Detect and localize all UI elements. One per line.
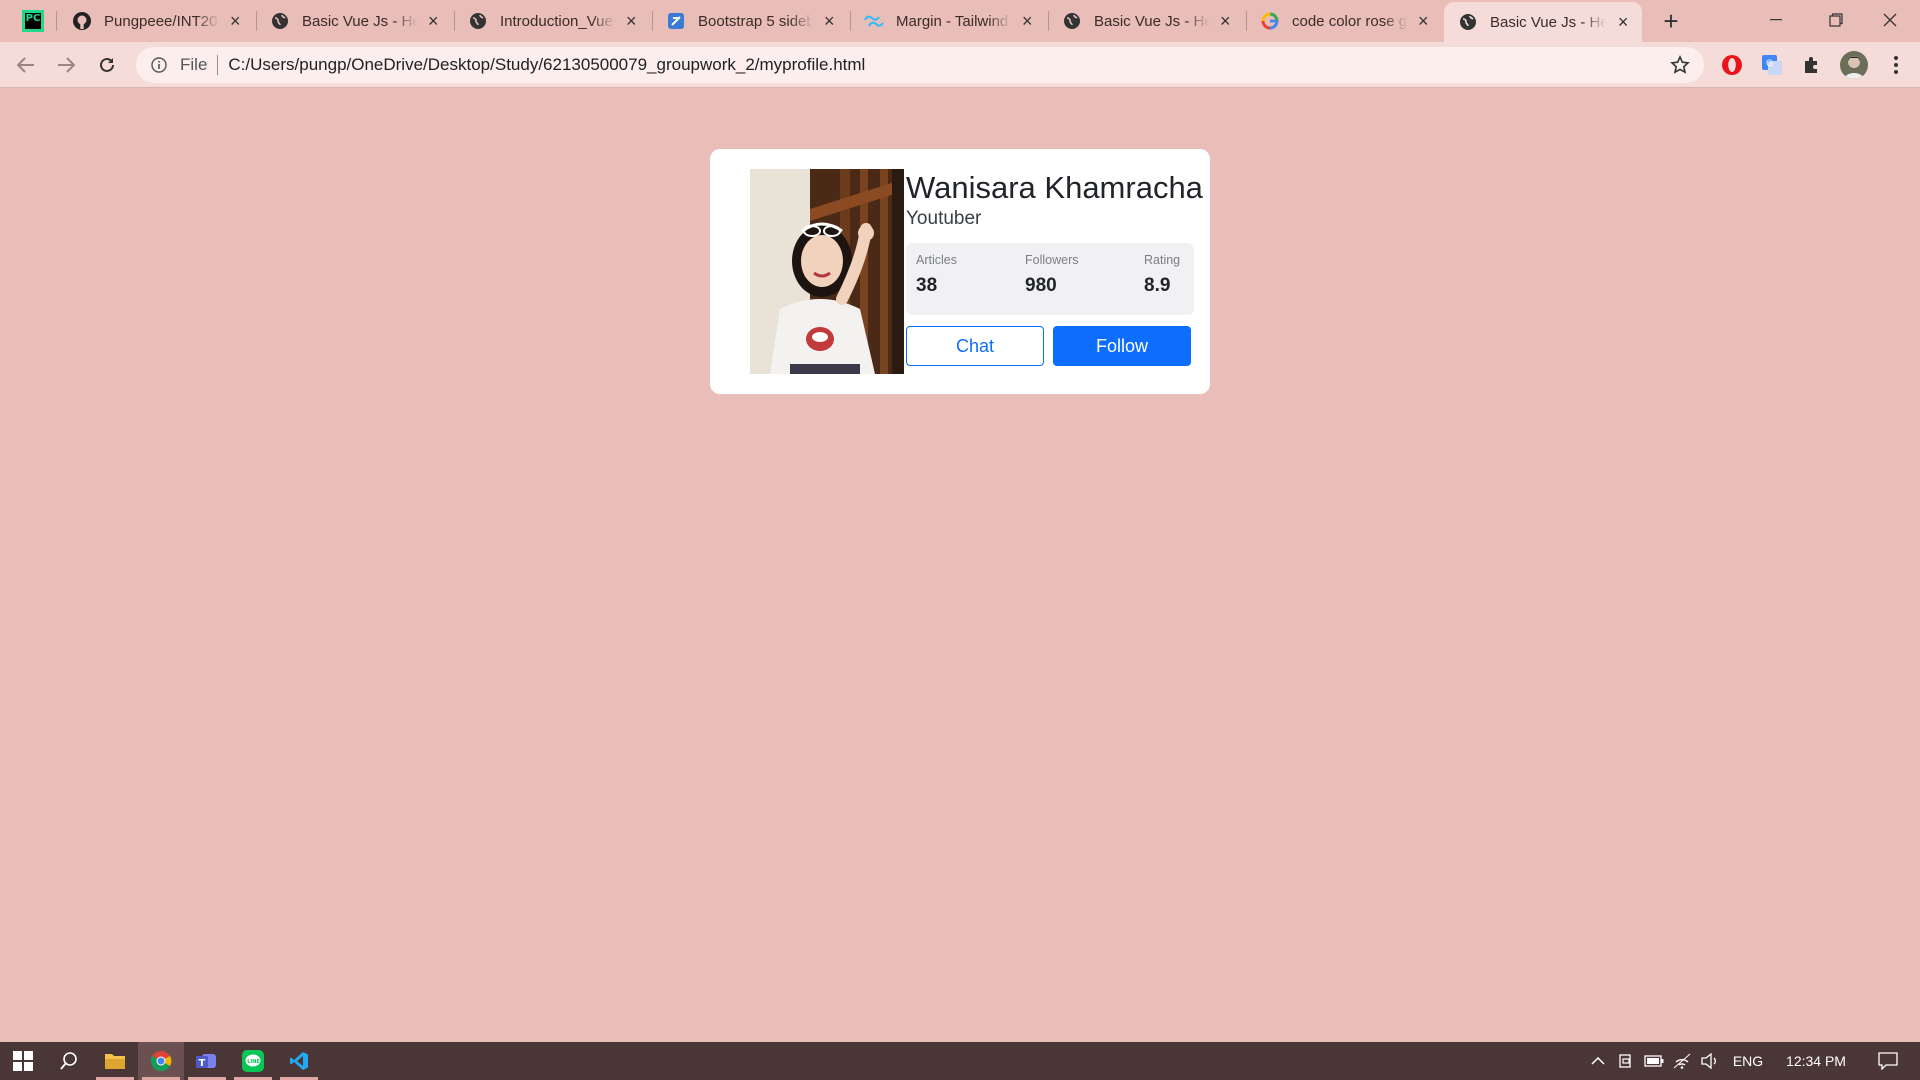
clock[interactable]: 12:34 PM <box>1772 1053 1860 1069</box>
forward-button[interactable] <box>50 49 82 81</box>
tab-active[interactable]: Basic Vue Js - Hel × <box>1444 2 1642 42</box>
system-tray: ENG 12:34 PM <box>1584 1042 1910 1080</box>
stat-followers: Followers 980 <box>1025 253 1079 297</box>
volume-icon[interactable] <box>1696 1053 1724 1069</box>
restore-button[interactable] <box>1806 0 1866 40</box>
notification-icon[interactable] <box>1866 1052 1910 1070</box>
close-icon[interactable]: × <box>425 11 442 31</box>
follow-button[interactable]: Follow <box>1053 326 1191 366</box>
stat-label: Articles <box>916 253 957 267</box>
globe-icon <box>1458 12 1478 32</box>
reload-button[interactable] <box>91 49 123 81</box>
globe-icon <box>1062 11 1082 31</box>
tab-3[interactable]: Bootstrap 5 sideb × <box>652 2 848 40</box>
close-icon[interactable]: × <box>821 11 838 31</box>
minimize-button[interactable] <box>1746 0 1806 40</box>
search-icon[interactable] <box>46 1042 92 1080</box>
tab-5[interactable]: Basic Vue Js - Hel × <box>1048 2 1244 40</box>
stat-rating: Rating 8.9 <box>1144 253 1180 297</box>
info-icon[interactable] <box>150 56 168 74</box>
stat-value: 8.9 <box>1144 275 1171 296</box>
tab-1[interactable]: Basic Vue Js - Hel × <box>256 2 452 40</box>
meet-now-icon[interactable] <box>1612 1053 1640 1069</box>
close-icon[interactable]: × <box>227 11 244 31</box>
profile-name: Wanisara Khamracha <box>906 170 1203 205</box>
translate-extension-icon[interactable]: G <box>1760 53 1784 77</box>
wifi-icon[interactable] <box>1668 1053 1696 1069</box>
tab-title: Introduction_Vue <box>500 12 613 30</box>
address-divider <box>217 55 219 75</box>
stat-value: 980 <box>1025 275 1057 296</box>
close-window-button[interactable] <box>1860 0 1920 40</box>
bookmark-star-icon[interactable] <box>1670 55 1690 75</box>
svg-text:G: G <box>1766 59 1773 69</box>
profile-photo <box>750 169 904 374</box>
scheme-label: File <box>180 55 208 74</box>
browser-toolbar: File C:/Users/pungp/OneDrive/Desktop/Stu… <box>0 42 1920 88</box>
tab-title: Margin - Tailwind <box>896 12 1009 30</box>
tab-title: Basic Vue Js - Hel <box>302 12 417 30</box>
close-icon[interactable]: × <box>1019 11 1036 31</box>
bootstrap-icon <box>666 11 686 31</box>
pycharm-app-icon[interactable]: PC <box>22 10 44 32</box>
teams-icon[interactable]: T <box>184 1042 230 1080</box>
opera-extension-icon[interactable] <box>1720 53 1744 77</box>
windows-taskbar: T LINE ENG 12:34 PM <box>0 1042 1920 1080</box>
address-bar[interactable]: File C:/Users/pungp/OneDrive/Desktop/Stu… <box>136 47 1704 83</box>
line-icon[interactable]: LINE <box>230 1042 276 1080</box>
svg-text:T: T <box>199 1058 206 1069</box>
github-icon <box>72 11 92 31</box>
close-icon[interactable]: × <box>1614 12 1632 32</box>
stat-label: Rating <box>1144 253 1181 267</box>
close-icon[interactable]: × <box>1415 11 1432 31</box>
google-icon <box>1260 11 1280 31</box>
tab-separator <box>56 11 57 31</box>
tab-title: Basic Vue Js - Hel <box>1094 12 1209 30</box>
tab-title: code color rose g <box>1292 12 1407 30</box>
profile-card: Wanisara Khamracha Youtuber Articles 38 … <box>710 149 1210 394</box>
stats-panel: Articles 38 Followers 980 Rating 8.9 <box>906 243 1194 315</box>
tab-4[interactable]: Margin - Tailwind × <box>850 2 1046 40</box>
stat-label: Followers <box>1025 253 1079 267</box>
vscode-icon[interactable] <box>276 1042 322 1080</box>
back-button[interactable] <box>10 49 42 81</box>
tab-6[interactable]: code color rose g × <box>1246 2 1442 40</box>
close-icon[interactable]: × <box>1217 11 1234 31</box>
tab-2[interactable]: Introduction_Vue × <box>454 2 650 40</box>
chat-button[interactable]: Chat <box>906 326 1044 366</box>
close-icon[interactable]: × <box>623 11 640 31</box>
chrome-icon[interactable] <box>138 1042 184 1080</box>
tab-title: Bootstrap 5 sideb <box>698 12 813 30</box>
globe-icon <box>468 11 488 31</box>
new-tab-button[interactable]: + <box>1656 6 1686 36</box>
language-indicator[interactable]: ENG <box>1724 1053 1772 1069</box>
tailwind-icon <box>864 11 884 31</box>
url-text[interactable]: C:/Users/pungp/OneDrive/Desktop/Study/62… <box>228 55 865 75</box>
profile-role: Youtuber <box>906 208 982 229</box>
tab-title: Pungpeee/INT20 <box>104 12 218 30</box>
action-buttons: Chat Follow <box>906 326 1194 366</box>
svg-text:LINE: LINE <box>247 1059 260 1065</box>
stat-articles: Articles 38 <box>916 253 957 297</box>
puzzle-extensions-icon[interactable] <box>1800 53 1824 77</box>
kebab-menu-icon[interactable] <box>1884 53 1908 77</box>
battery-icon[interactable] <box>1640 1055 1668 1067</box>
stat-value: 38 <box>916 275 938 296</box>
tab-0[interactable]: Pungpeee/INT20 × <box>58 2 254 40</box>
tab-title: Basic Vue Js - Hel <box>1490 13 1607 31</box>
globe-icon <box>270 11 290 31</box>
windows-start-icon[interactable] <box>0 1042 46 1080</box>
profile-avatar[interactable] <box>1840 51 1868 79</box>
profile-info: Wanisara Khamracha Youtuber Articles 38 … <box>906 169 1203 366</box>
chevron-up-icon[interactable] <box>1584 1057 1612 1065</box>
tab-strip: PC Pungpeee/INT20 × Basic Vue Js - Hel ×… <box>0 0 1920 42</box>
file-explorer-icon[interactable] <box>92 1042 138 1080</box>
